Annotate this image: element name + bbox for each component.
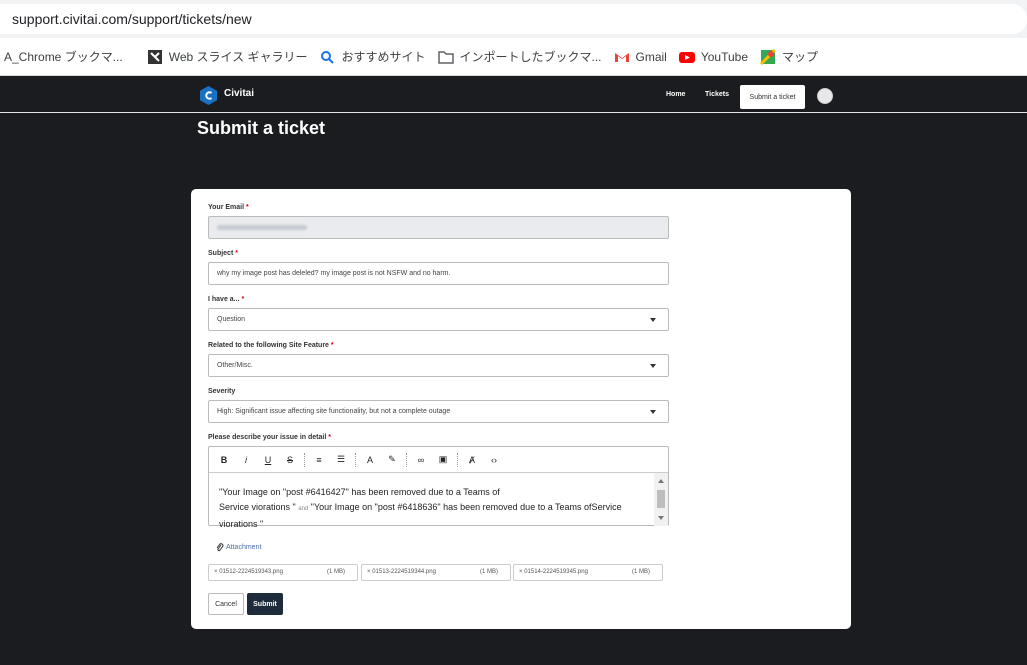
bookmark-maps[interactable]: マップ <box>754 43 824 71</box>
caret-down-icon <box>650 364 656 368</box>
divider <box>355 452 356 467</box>
attached-file: × 01514-2224519345.png (1 MB) <box>513 564 663 581</box>
bookmark-label: A_Chrome ブックマ... <box>4 50 123 64</box>
bookmark-label: YouTube <box>700 49 749 64</box>
submit-button[interactable]: Submit <box>247 593 283 615</box>
bookmark-chrome[interactable]: A_Chrome ブックマ... <box>0 43 129 71</box>
editor-toolbar: B i U S ≡ ☰ A ✎ ∞ ▣ Ⱥ ‹› <box>209 447 668 473</box>
scroll-thumb[interactable] <box>657 490 665 508</box>
clear-format-icon[interactable]: Ⱥ <box>461 455 483 465</box>
subject-input[interactable]: why my image post has deleled? my image … <box>208 262 669 285</box>
bookmarks-bar: A_Chrome ブックマ... Web スライス ギャラリー おすすめサイト … <box>0 38 1027 76</box>
scroll-down-icon[interactable] <box>658 516 664 520</box>
type-select[interactable]: Question <box>208 308 669 331</box>
caret-down-icon <box>650 410 656 414</box>
search-icon <box>321 50 335 64</box>
caret-down-icon <box>650 318 656 322</box>
bookmark-label: Gmail <box>635 49 667 64</box>
attachment-link[interactable]: Attachment <box>216 543 261 552</box>
bookmark-label: インポートしたブックマ... <box>459 50 602 64</box>
severity-select[interactable]: High: Significant issue affecting site f… <box>208 400 669 423</box>
maps-icon <box>760 48 777 65</box>
underline-icon[interactable]: U <box>257 455 279 465</box>
file-size: (1 MB) <box>632 569 650 575</box>
divider <box>457 452 458 467</box>
divider <box>304 452 305 467</box>
highlight-icon[interactable]: ✎ <box>381 454 403 465</box>
remove-file-icon[interactable]: × <box>367 569 371 575</box>
email-field <box>208 216 669 239</box>
avatar[interactable] <box>817 88 833 104</box>
paperclip-icon <box>216 543 224 552</box>
feature-label: Related to the following Site Feature * <box>208 342 334 349</box>
describe-label: Please describe your issue in detail * <box>208 434 331 441</box>
web-slice-icon <box>147 49 162 64</box>
youtube-icon <box>678 51 695 63</box>
bookmark-label: Web スライス ギャラリー <box>168 50 308 64</box>
civitai-logo-icon[interactable] <box>200 86 217 105</box>
code-icon[interactable]: ‹› <box>483 455 505 465</box>
file-name: 01514-2224519345.png <box>524 569 588 575</box>
page-title: Submit a ticket <box>197 118 326 138</box>
site-header: Civitai Home Tickets Submit a ticket <box>0 77 1027 113</box>
divider <box>406 452 407 467</box>
bookmark-youtube[interactable]: YouTube <box>673 43 754 71</box>
blurred-email <box>217 225 307 230</box>
editor-scrollbar[interactable] <box>654 473 668 526</box>
folder-icon <box>437 50 454 64</box>
bookmark-recommended[interactable]: おすすめサイト <box>313 43 431 71</box>
remove-file-icon[interactable]: × <box>519 569 523 575</box>
remove-file-icon[interactable]: × <box>214 569 218 575</box>
cancel-button[interactable]: Cancel <box>208 593 244 615</box>
strikethrough-icon[interactable]: S <box>279 455 301 465</box>
address-input[interactable]: support.civitai.com/support/tickets/new <box>0 4 1027 34</box>
image-icon[interactable]: ▣ <box>432 454 454 465</box>
email-label: Your Email * <box>208 204 249 211</box>
link-icon[interactable]: ∞ <box>410 455 432 465</box>
type-label: I have a... * <box>208 296 245 303</box>
file-size: (1 MB) <box>327 569 345 575</box>
brand-name[interactable]: Civitai <box>224 88 254 99</box>
file-name: 01512-2224519343.png <box>219 569 283 575</box>
bookmark-gmail[interactable]: Gmail <box>608 43 673 71</box>
gmail-icon <box>614 52 629 62</box>
bullet-list-icon[interactable]: ☰ <box>330 454 352 465</box>
feature-select[interactable]: Other/Misc. <box>208 354 669 377</box>
file-size: (1 MB) <box>480 569 498 575</box>
nav-submit-ticket-button[interactable]: Submit a ticket <box>740 85 805 109</box>
nav-tickets-link[interactable]: Tickets <box>705 91 729 98</box>
browser-url-bar: support.civitai.com/support/tickets/new <box>0 0 1027 38</box>
bookmark-label: おすすめサイト <box>341 50 426 64</box>
attached-file: × 01512-2224519343.png (1 MB) <box>208 564 358 581</box>
severity-label: Severity <box>208 388 236 395</box>
description-editor[interactable]: B i U S ≡ ☰ A ✎ ∞ ▣ Ⱥ ‹› "Your Image on … <box>208 446 669 529</box>
attached-file: × 01513-2224519344.png (1 MB) <box>361 564 511 581</box>
ticket-form: Your Email * Subject * why my image post… <box>191 189 851 629</box>
bookmark-web-slice[interactable]: Web スライス ギャラリー <box>141 43 314 71</box>
text-color-icon[interactable]: A <box>359 455 381 465</box>
subject-label: Subject * <box>208 250 238 257</box>
scroll-up-icon[interactable] <box>658 479 664 483</box>
editor-content[interactable]: "Your Image on "post #6416427" has been … <box>209 473 654 529</box>
ordered-list-icon[interactable]: ≡ <box>308 455 330 465</box>
file-name: 01513-2224519344.png <box>372 569 436 575</box>
italic-icon[interactable]: i <box>235 455 257 465</box>
bookmark-imported[interactable]: インポートしたブックマ... <box>432 43 608 71</box>
bold-icon[interactable]: B <box>213 455 235 465</box>
nav-home-link[interactable]: Home <box>666 91 685 98</box>
bookmark-label: マップ <box>782 50 819 64</box>
